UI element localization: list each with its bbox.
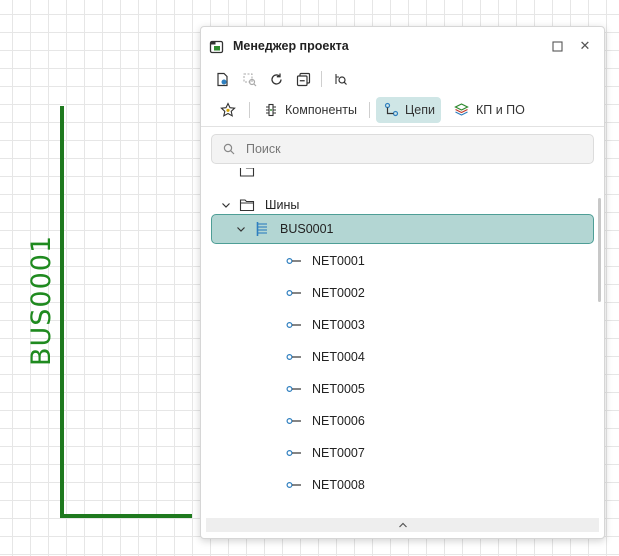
tree-folder-partial[interactable] xyxy=(211,168,594,186)
tree-net-item[interactable]: NET0007 xyxy=(211,438,594,468)
project-manager-panel: Менеджер проекта ✕ Компоненты Цепи КП и … xyxy=(200,26,605,539)
project-manager-icon xyxy=(209,37,227,55)
scroll-up-button[interactable] xyxy=(206,518,599,532)
tree-net-label: NET0006 xyxy=(312,414,365,428)
close-icon[interactable]: ✕ xyxy=(574,35,596,57)
bus-icon xyxy=(254,221,270,237)
tree-bus-label: BUS0001 xyxy=(280,222,334,236)
tab-layers-label: КП и ПО xyxy=(475,102,525,117)
tree-net-item[interactable]: NET0004 xyxy=(211,342,594,372)
chevron-down-icon[interactable] xyxy=(234,222,248,236)
tree-net-label: NET0004 xyxy=(312,350,365,364)
tree-net-item[interactable]: NET0002 xyxy=(211,278,594,308)
star-icon xyxy=(219,101,237,119)
net-wire-icon xyxy=(286,477,302,493)
tree-net-label: NET0002 xyxy=(312,286,365,300)
folder-icon xyxy=(239,197,255,213)
search-field[interactable] xyxy=(211,134,594,164)
tree-net-item[interactable]: NET0001 xyxy=(211,246,594,276)
zoom-selection-icon[interactable] xyxy=(240,70,258,88)
net-icon xyxy=(382,101,400,119)
tab-nets-label: Цепи xyxy=(405,102,435,117)
tree-folder-label: Шины xyxy=(265,198,300,212)
net-wire-icon xyxy=(286,381,302,397)
net-wire-icon xyxy=(286,285,302,301)
collapse-all-icon[interactable] xyxy=(294,70,312,88)
net-wire-icon xyxy=(286,413,302,429)
tab-separator xyxy=(369,101,371,118)
folder-icon xyxy=(239,168,255,179)
layers-icon xyxy=(453,101,471,119)
component-icon xyxy=(262,101,280,119)
net-wire-icon xyxy=(286,317,302,333)
toolbar-separator xyxy=(321,71,322,87)
tree-net-item[interactable]: NET0006 xyxy=(211,406,594,436)
tab-separator xyxy=(249,101,250,118)
chevron-down-icon[interactable] xyxy=(219,168,233,178)
tab-favorites[interactable] xyxy=(213,97,243,123)
chevron-down-icon[interactable] xyxy=(219,198,233,212)
tree-net-label: NET0005 xyxy=(312,382,365,396)
tree-net-item[interactable]: NET0005 xyxy=(211,374,594,404)
maximize-icon[interactable] xyxy=(546,35,568,57)
project-tree: Шины BUS0001 NET0001 NET0002 NET0003 NET… xyxy=(201,168,604,516)
search-input[interactable] xyxy=(246,142,585,156)
tab-components[interactable]: Компоненты xyxy=(256,97,363,123)
panel-toolbar xyxy=(201,65,604,93)
tree-scrollbar[interactable] xyxy=(598,198,601,302)
net-wire-icon xyxy=(286,253,302,269)
panel-title: Менеджер проекта xyxy=(233,39,349,53)
tree-net-label: NET0008 xyxy=(312,478,365,492)
refresh-icon[interactable] xyxy=(267,70,285,88)
net-wire-icon xyxy=(286,349,302,365)
tree-net-item[interactable]: NET0003 xyxy=(211,310,594,340)
bus-wire-horizontal[interactable] xyxy=(60,514,192,518)
tree-net-label: NET0001 xyxy=(312,254,365,268)
search-icon xyxy=(220,140,238,158)
panel-tabs: Компоненты Цепи КП и ПО xyxy=(201,93,604,127)
net-wire-icon xyxy=(286,445,302,461)
tree-net-item[interactable]: NET0008 xyxy=(211,470,594,500)
bus-wire-label[interactable]: BUS0001 xyxy=(22,226,62,366)
tree-net-label: NET0003 xyxy=(312,318,365,332)
locate-icon[interactable] xyxy=(213,70,231,88)
tree-net-label: NET0007 xyxy=(312,446,365,460)
find-in-tree-icon[interactable] xyxy=(331,70,349,88)
chevron-up-icon xyxy=(398,516,408,534)
panel-titlebar[interactable]: Менеджер проекта ✕ xyxy=(201,27,604,65)
tree-bus-item[interactable]: BUS0001 xyxy=(211,214,594,244)
tab-layers[interactable]: КП и ПО xyxy=(447,97,531,123)
tab-nets[interactable]: Цепи xyxy=(376,96,441,123)
tab-components-label: Компоненты xyxy=(285,102,358,117)
